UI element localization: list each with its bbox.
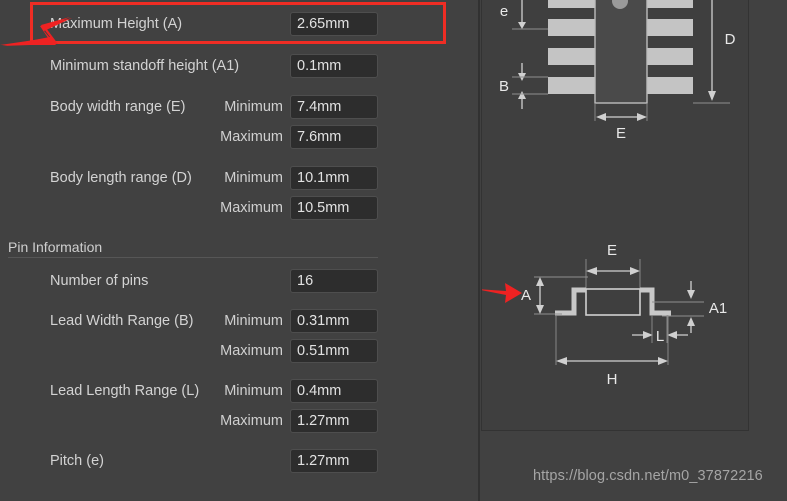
panel-divider <box>478 0 480 501</box>
form-row: Maximum <box>0 194 470 222</box>
side-body-outline <box>585 288 641 316</box>
dimension-span-h <box>555 315 669 365</box>
field-sublabel: Maximum <box>220 343 283 359</box>
dimension-height-a <box>534 276 588 315</box>
value-input[interactable] <box>290 379 378 403</box>
value-input[interactable] <box>290 269 378 293</box>
package-body <box>594 0 648 104</box>
form-row: Lead Length Range (L) Minimum <box>0 377 470 405</box>
value-input[interactable] <box>290 95 378 119</box>
label-body-width-e-top: E <box>616 125 626 142</box>
dimension-body-length <box>693 0 730 104</box>
lead-right <box>640 287 671 316</box>
value-input[interactable] <box>290 409 378 433</box>
value-input[interactable] <box>290 196 378 220</box>
field-sublabel: Minimum <box>224 383 283 399</box>
watermark-url: https://blog.csdn.net/m0_37872216 <box>533 468 763 484</box>
label-height-a: A <box>521 287 531 304</box>
section-divider <box>8 257 378 258</box>
form-row: Maximum <box>0 407 470 435</box>
label-body-width-e-side: E <box>607 242 617 259</box>
value-input[interactable] <box>290 449 378 473</box>
field-sublabel: Maximum <box>220 129 283 145</box>
form-row: Body width range (E) Minimum <box>0 93 470 121</box>
field-label: Minimum standoff height (A1) <box>50 58 240 74</box>
dimension-body-width-side <box>585 259 641 293</box>
side-view-drawing: E A A1 L H <box>482 242 727 388</box>
package-dimensions-form: Maximum Height (A) Minimum standoff heigh… <box>0 0 470 501</box>
package-dimension-drawing: e B D E E A A1 L H <box>482 0 736 388</box>
field-label: Maximum Height (A) <box>50 16 183 32</box>
field-sublabel: Minimum <box>224 99 283 115</box>
right-pins <box>641 0 693 94</box>
label-span-h: H <box>607 371 618 388</box>
form-row: Maximum <box>0 337 470 365</box>
field-sublabel: Minimum <box>224 170 283 186</box>
value-input[interactable] <box>290 125 378 149</box>
package-drawing-panel: e B D E E A A1 L H <box>481 0 749 431</box>
form-row: Lead Width Range (B) Minimum <box>0 307 470 335</box>
form-row: Minimum standoff height (A1) <box>0 52 470 80</box>
left-pins <box>548 0 600 94</box>
field-sublabel: Maximum <box>220 200 283 216</box>
label-body-length-d: D <box>725 31 736 48</box>
label-lead-length-l: L <box>656 328 664 345</box>
field-label: Number of pins <box>50 273 149 289</box>
form-row: Maximum Height (A) <box>0 10 470 38</box>
field-sublabel: Maximum <box>220 413 283 429</box>
label-pitch-e: e <box>500 3 508 20</box>
form-row: Maximum <box>0 123 470 151</box>
dimension-body-width-top <box>594 103 648 121</box>
field-label: Pitch (e) <box>50 453 104 469</box>
value-input[interactable] <box>290 12 378 36</box>
top-view-drawing: e B D E <box>499 0 736 142</box>
dimension-pitch <box>512 0 548 30</box>
section-header-pin-information: Pin Information <box>8 239 103 255</box>
label-standoff-a1: A1 <box>709 300 727 317</box>
form-row: Body length range (D) Minimum <box>0 164 470 192</box>
lead-left <box>555 287 586 316</box>
value-input[interactable] <box>290 339 378 363</box>
dimension-standoff-a1 <box>652 281 704 333</box>
value-input[interactable] <box>290 309 378 333</box>
field-sublabel: Minimum <box>224 313 283 329</box>
form-row: Pitch (e) <box>0 447 470 475</box>
value-input[interactable] <box>290 54 378 78</box>
dimension-lead-width <box>512 63 548 109</box>
value-input[interactable] <box>290 166 378 190</box>
form-row: Number of pins <box>0 267 470 295</box>
red-annotation-arrow-diagram <box>482 283 522 303</box>
label-lead-width-b: B <box>499 78 509 95</box>
